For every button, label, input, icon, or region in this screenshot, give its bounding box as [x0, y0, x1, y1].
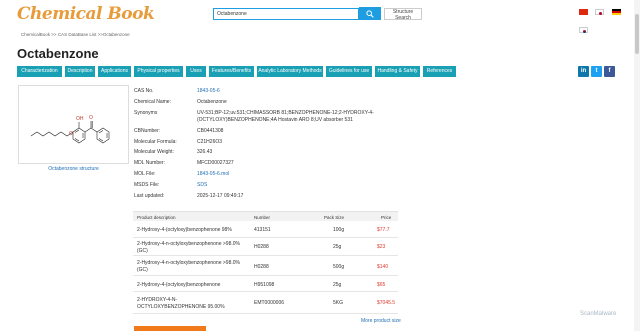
tab-handling-safety[interactable]: Handling & Safety: [375, 66, 420, 77]
row-pack-size: 5KG: [333, 300, 344, 306]
page-title: Octabenzone: [17, 46, 99, 61]
prop-label-synonyms: Synonyms: [134, 110, 158, 116]
row-description: 2-Hydroxy-4-(octyloxy)benzophenone: [137, 282, 221, 288]
site-header: Chemical Book Structure Search: [0, 0, 634, 33]
search-button[interactable]: [359, 7, 381, 20]
prop-value-mdl: MFCD00027327: [197, 160, 234, 166]
breadcrumb-current: Octabenzone: [102, 32, 130, 37]
tab-characterization[interactable]: Characterization: [17, 66, 62, 77]
more-product-size-link[interactable]: More product size: [361, 318, 401, 324]
row-product-number: H0288: [254, 264, 269, 270]
svg-text:O: O: [89, 115, 93, 121]
row-description: 2-Hydroxy-4-(octyloxy)benzophenone 98%: [137, 227, 232, 233]
tab-description[interactable]: Description: [65, 66, 95, 77]
svg-text:O: O: [69, 131, 73, 137]
table-row[interactable]: 2-HYDROXY-4-N-OCTYLOXYBENZOPHENONE 95.00…: [133, 292, 398, 314]
row-price[interactable]: $65: [377, 282, 385, 288]
header-price: Price: [381, 215, 392, 220]
prop-value-chemical-name: Octabenzone: [197, 99, 227, 105]
header-product-number: Number: [254, 215, 271, 220]
chemicalbook-logo[interactable]: Chemical Book: [17, 4, 155, 24]
jp-flag-icon[interactable]: [595, 9, 605, 15]
prop-value-cas[interactable]: 1843-05-6: [197, 88, 397, 95]
linkedin-icon[interactable]: in: [578, 66, 589, 77]
structure-search-button[interactable]: Structure Search: [384, 8, 422, 21]
supplier-table-header: Product description Number Pack Size Pri…: [133, 211, 398, 221]
orange-action-button[interactable]: [134, 326, 206, 331]
linkedin-glyph: in: [580, 68, 587, 74]
row-pack-size: 500g: [333, 264, 345, 270]
prop-label-formula: Molecular Formula:: [134, 139, 177, 145]
breadcrumb-separator: >>: [51, 32, 57, 37]
table-row[interactable]: 2-Hydroxy-4-(octyloxy)benzophenone 98% 4…: [133, 221, 398, 238]
row-description: 2-Hydroxy-4-n-octyloxybenzophenone >98.0…: [137, 260, 240, 273]
cn-flag-icon[interactable]: [579, 9, 588, 15]
prop-label-chemical-name: Chemical Name:: [134, 99, 171, 105]
page-scrollbar[interactable]: [634, 0, 640, 331]
scanmalware-watermark: ScanMalware: [580, 311, 617, 317]
row-product-number: H0288: [254, 244, 269, 250]
tab-guidelines[interactable]: Guidelines for use: [326, 66, 372, 77]
prop-value-weight: 326.43: [197, 149, 213, 155]
svg-text:OH: OH: [76, 116, 84, 122]
prop-label-mdl: MDL Number:: [134, 160, 165, 166]
row-pack-size: 25g: [333, 244, 342, 250]
facebook-icon[interactable]: f: [604, 66, 615, 77]
search-icon: [366, 10, 374, 18]
tab-references[interactable]: References: [423, 66, 456, 77]
scrollbar-thumb[interactable]: [635, 14, 639, 54]
table-row[interactable]: 2-Hydroxy-4-n-octyloxybenzophenone >98.0…: [133, 238, 398, 256]
structure-caption[interactable]: Octabenzone structure: [18, 166, 129, 172]
row-price[interactable]: $77.7: [377, 227, 390, 233]
language-flags: [579, 9, 634, 33]
de-flag-icon[interactable]: [611, 9, 621, 15]
row-price[interactable]: $7045.5: [377, 300, 395, 306]
prop-value-mol-file[interactable]: 1843-05-6.mol: [197, 171, 397, 178]
prop-label-mol-file: MOL File:: [134, 171, 156, 177]
header-product-description: Product description: [137, 215, 176, 220]
octabenzone-structure-drawing: O OH O: [30, 115, 110, 144]
row-price[interactable]: $140: [377, 264, 388, 270]
row-description: 2-HYDROXY-4-N-OCTYLOXYBENZOPHENONE 95.00…: [137, 297, 225, 310]
row-pack-size: 100g: [333, 227, 345, 233]
prop-value-cbnumber: CB0441308: [197, 128, 224, 134]
facebook-glyph: f: [608, 68, 611, 74]
prop-label-cas: CAS No.: [134, 88, 154, 94]
row-pack-size: 25g: [333, 282, 342, 288]
kr-flag-icon[interactable]: [579, 27, 588, 33]
tab-uses[interactable]: Uses: [186, 66, 206, 77]
structure-image[interactable]: O OH O: [18, 85, 129, 164]
prop-label-cbnumber: CBNumber:: [134, 128, 161, 134]
breadcrumb-cas-list[interactable]: CAS DataBase List: [58, 32, 97, 37]
prop-value-synonyms: UV-531;BP-12;uv.531;CHIMASSORB 81;BENZOP…: [197, 110, 374, 123]
row-product-number: EMT0000006: [254, 300, 285, 306]
tab-physical-properties[interactable]: Physical properties: [134, 66, 183, 77]
search-input[interactable]: [213, 8, 359, 20]
twitter-icon[interactable]: t: [591, 66, 602, 77]
header-pack-size: Pack Size: [324, 215, 345, 220]
row-price[interactable]: $23: [377, 244, 385, 250]
table-row[interactable]: 2-Hydroxy-4-(octyloxy)benzophenone H9510…: [133, 276, 398, 292]
row-product-number: H951098: [254, 282, 275, 288]
twitter-glyph: t: [595, 68, 598, 74]
row-description: 2-Hydroxy-4-n-octyloxybenzophenone >98.0…: [137, 241, 240, 254]
row-product-number: 413151: [254, 227, 271, 233]
tab-applications[interactable]: Applications: [98, 66, 131, 77]
tab-features-benefits[interactable]: Features/Benefits: [209, 66, 254, 77]
table-row[interactable]: 2-Hydroxy-4-n-octyloxybenzophenone >98.0…: [133, 256, 398, 276]
tab-analytic-methods[interactable]: Analytic Laboratory Methods: [257, 66, 323, 77]
prop-label-weight: Molecular Weight:: [134, 149, 174, 155]
prop-label-last-updated: Last updated:: [134, 193, 165, 199]
prop-value-last-updated: 2025-12-17 09:49:17: [197, 193, 244, 199]
prop-label-msds: MSDS File:: [134, 182, 160, 188]
breadcrumb: ChemicalBook >> CAS DataBase List >>Octa…: [21, 32, 130, 37]
prop-value-formula: C21H26O3: [197, 139, 223, 145]
breadcrumb-home[interactable]: ChemicalBook: [21, 32, 50, 37]
prop-value-msds[interactable]: SDS: [197, 182, 397, 189]
